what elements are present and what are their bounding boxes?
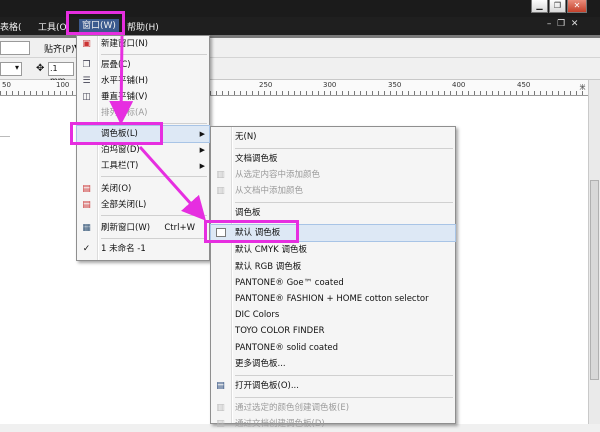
palette-create-from-selection: ▥ 通过选定的颜色创建调色板(E) (216, 403, 350, 413)
menu-item-arrange-icons: 排列图标(A) (101, 108, 148, 118)
palette-default-cmyk[interactable]: 默认 CMYK 调色板 (211, 242, 455, 258)
ruler-mark: 450 (517, 81, 531, 89)
menu-item-close[interactable]: ▤ 关闭(O) (77, 181, 209, 197)
submenu-arrow-icon: ▶ (199, 130, 205, 138)
vertical-scrollbar[interactable] (588, 80, 600, 424)
checkmark-icon: ✓ (82, 244, 91, 254)
menu-help[interactable]: 帮助(H) (127, 20, 159, 33)
ruler-mark: 250 (259, 81, 273, 89)
align-button[interactable]: 贴齐(P) (44, 42, 74, 55)
submenu-arrow-icon: ▶ (199, 162, 205, 170)
create-palette-icon: ▥ (216, 403, 225, 413)
refresh-icon: ▦ (82, 223, 91, 233)
ruler-mark: 50 (2, 81, 11, 89)
ruler-mark: 300 (323, 81, 337, 89)
restore-button[interactable]: ❐ (549, 0, 566, 13)
ruler-mark: 350 (388, 81, 402, 89)
close-doc-icon: ▤ (82, 184, 91, 194)
palette-toyo[interactable]: TOYO COLOR FINDER (211, 323, 455, 339)
palette-add-from-selection: ▥ 从选定内容中添加颜色 (216, 170, 321, 180)
submenu-arrow-icon: ▶ (199, 146, 205, 154)
menu-item-tile-vertical[interactable]: ◫ 垂直平铺(V) (77, 89, 209, 105)
close-all-icon: ▤ (82, 200, 91, 210)
palette-default-rgb[interactable]: 默认 RGB 调色板 (211, 259, 455, 275)
menu-separator (101, 215, 207, 216)
doc-window-controls[interactable]: – ❐ ✕ (544, 19, 592, 33)
ruler-mark: 400 (452, 81, 466, 89)
scrollbar-thumb[interactable] (590, 180, 599, 380)
ruler-mark: 100 (56, 81, 70, 89)
open-palette-icon: ▤ (216, 381, 225, 391)
nudge-icon: ✥ (36, 63, 45, 74)
window-menu: ▣ 新建窗口(N) ❐ 层叠(C) ☰ 水平平铺(H) ◫ 垂直平铺(V) 排列图标(A… (76, 35, 210, 261)
add-color-icon: ▥ (216, 170, 225, 180)
palette-open[interactable]: ▤ 打开调色板(O)... (211, 378, 455, 394)
menu-item-new-window[interactable]: ▣ 新建窗口(N) (77, 36, 209, 52)
palette-none[interactable]: 无(N) (211, 129, 455, 145)
palette-create-from-document: ▥ 通过文档创建调色板(D) (216, 419, 325, 429)
menu-separator (235, 202, 453, 203)
menu-tools[interactable]: 工具(O (38, 20, 67, 33)
menu-table[interactable]: 表格( (0, 20, 22, 33)
menu-item-refresh-window[interactable]: ▦ 刷新窗口(W) Ctrl+W (77, 220, 209, 236)
callout-color-palettes (70, 122, 163, 145)
unit-select[interactable]: ▾ (0, 62, 22, 76)
menu-separator (101, 54, 207, 55)
palette-dic-colors[interactable]: DIC Colors (211, 307, 455, 323)
page-edge (0, 136, 10, 137)
menu-separator (235, 148, 453, 149)
menu-item-tile-horizontal[interactable]: ☰ 水平平铺(H) (77, 73, 209, 89)
add-color-icon: ▥ (216, 186, 225, 196)
palette-palettes-heading[interactable]: 调色板 (211, 205, 455, 221)
palette-document[interactable]: 文档调色板 (211, 151, 455, 167)
tile-vertical-icon: ◫ (82, 92, 91, 102)
menu-separator (101, 176, 207, 177)
create-palette-icon: ▥ (216, 419, 225, 429)
callout-window-menu (66, 11, 125, 35)
palette-pantone-solid-coated[interactable]: PANTONE® solid coated (211, 340, 455, 356)
menu-separator (235, 375, 453, 376)
new-window-icon: ▣ (82, 39, 91, 49)
minimize-button[interactable]: ▁ (531, 0, 548, 13)
chevron-down-icon: ▾ (14, 63, 19, 72)
menu-item-document-1[interactable]: ✓ 1 未命名 -1 (77, 241, 209, 257)
menu-item-toolbars[interactable]: 工具栏(T) ▶ (77, 158, 209, 174)
menu-separator (101, 238, 207, 239)
tile-horizontal-icon: ☰ (82, 76, 91, 86)
palette-add-from-document: ▥ 从文档中添加颜色 (216, 186, 304, 196)
menu-separator (235, 397, 453, 398)
palette-pantone-fashion-home[interactable]: PANTONE® FASHION + HOME cotton selector (211, 291, 455, 307)
palette-more[interactable]: 更多调色板... (211, 356, 455, 372)
menu-item-cascade[interactable]: ❐ 层叠(C) (77, 57, 209, 73)
callout-default-palette (204, 220, 299, 243)
menu-item-close-all[interactable]: ▤ 全部关闭(L) (77, 197, 209, 213)
close-window-button[interactable]: ✕ (567, 0, 587, 13)
zoom-field[interactable] (0, 41, 30, 55)
palette-pantone-goe[interactable]: PANTONE® Goe™ coated (211, 275, 455, 291)
color-palette-submenu: 无(N) 文档调色板 ▥ 从选定内容中添加颜色 ▥ 从文档中添加颜色 调色板 默认 … (210, 126, 456, 429)
nudge-field[interactable]: .1 mm (48, 62, 74, 85)
cascade-icon: ❐ (82, 60, 91, 70)
